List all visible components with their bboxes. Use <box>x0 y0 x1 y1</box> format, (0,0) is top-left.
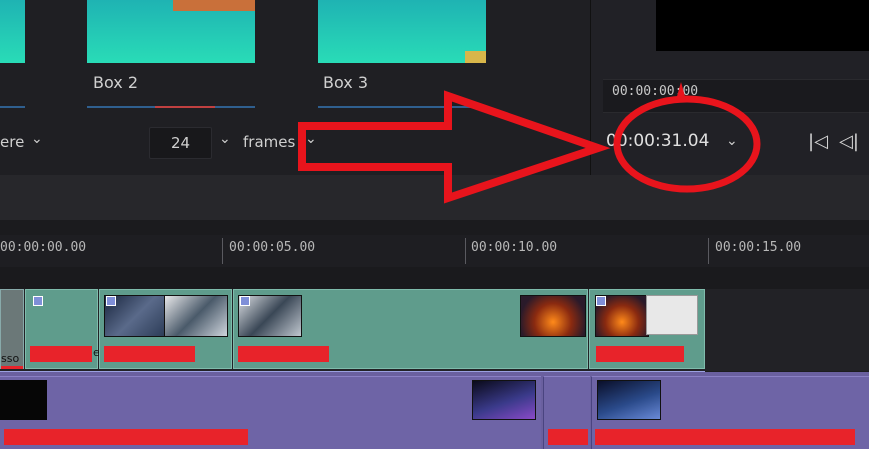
thumbnail-label-box-2: Box 2 <box>93 73 139 92</box>
clip-thumbnail <box>0 380 47 420</box>
timeline-spacer <box>0 220 869 235</box>
thumbnail-progress <box>155 106 215 108</box>
thumbnail-underline <box>0 106 25 108</box>
clip-thumbnail <box>164 295 228 337</box>
frame-rate-input[interactable]: 24 <box>149 127 212 159</box>
timeline-clip[interactable]: sso <box>0 289 24 369</box>
clip-name-redaction <box>596 346 684 362</box>
ruler-tick <box>708 238 709 264</box>
clip-thumbnail <box>520 295 586 337</box>
timeline-clip-purple[interactable] <box>0 376 541 449</box>
clip-thumbnail <box>597 380 661 420</box>
thumbnail-accent <box>173 0 255 11</box>
clip-name-redaction <box>595 429 855 445</box>
timeline-clip-purple[interactable] <box>543 376 590 449</box>
timeline-clip-purple[interactable] <box>591 376 869 449</box>
clip-select-icon[interactable] <box>240 296 250 306</box>
chevron-down-icon[interactable]: ⌄ <box>219 131 231 147</box>
clip-name-redaction <box>30 346 92 362</box>
clip-name-redaction <box>104 346 195 362</box>
prev-frame-icon[interactable]: ◁| <box>839 131 859 152</box>
ruler-label: 00:00:10.00 <box>471 240 558 255</box>
clip-name-redaction <box>548 429 588 445</box>
thumbnail-underline <box>87 106 255 108</box>
thumbnail-accent <box>465 51 486 63</box>
clip-thumbnail <box>646 295 698 335</box>
clip-name-redaction <box>4 429 248 445</box>
clip-name-redaction <box>1 366 23 369</box>
ruler-subbar <box>0 267 869 289</box>
sort-dropdown-label[interactable]: ere <box>0 133 24 151</box>
timeline-duration: 00:00:31.04 <box>606 131 710 151</box>
clip-select-icon[interactable] <box>596 296 606 306</box>
viewer-screen <box>656 0 869 51</box>
timeline-clip[interactable]: e <box>25 289 100 369</box>
timeline-clip[interactable] <box>99 289 232 369</box>
media-thumbnail-box-3[interactable] <box>318 0 486 63</box>
viewer-timecode: 00:00:00:00 <box>612 84 699 99</box>
timeline-clip[interactable] <box>233 289 588 369</box>
jump-prev-marker-icon[interactable]: |◁ <box>808 131 828 152</box>
timeline-header-bar <box>0 175 869 220</box>
ruler-label: 00:00:15.00 <box>715 240 802 255</box>
thumbnail-label-box-3: Box 3 <box>323 73 369 92</box>
media-thumbnail-partial[interactable] <box>0 0 25 63</box>
chevron-down-icon[interactable]: ⌄ <box>305 131 317 147</box>
clip-name-redaction <box>238 346 329 362</box>
clip-select-icon[interactable] <box>33 296 43 306</box>
clip-name: sso <box>1 352 20 365</box>
frames-unit-label[interactable]: frames <box>243 133 295 151</box>
chevron-down-icon[interactable]: ⌄ <box>31 131 43 147</box>
media-thumbnail-box-2[interactable] <box>87 0 255 63</box>
ruler-label: 00:00:00.00 <box>0 240 87 255</box>
ruler-tick <box>222 238 223 264</box>
chevron-down-icon[interactable]: ⌄ <box>726 133 738 149</box>
thumbnail-underline <box>318 106 486 108</box>
timeline-clip[interactable] <box>589 289 705 369</box>
clip-thumbnail <box>472 380 536 420</box>
clip-select-icon[interactable] <box>106 296 116 306</box>
ruler-tick <box>465 238 466 264</box>
ruler-label: 00:00:05.00 <box>229 240 316 255</box>
